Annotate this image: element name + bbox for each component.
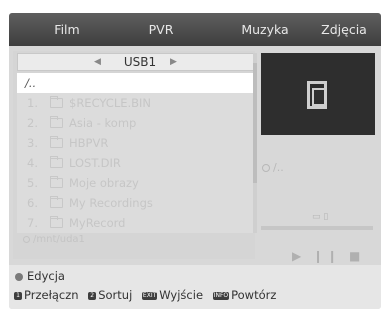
preview-path: /.. — [262, 161, 284, 174]
media-player-screen: Film PVR Muzyka Zdjęcia ◀ USB1 ▶ /.. 1. … — [9, 13, 381, 309]
list-item-number: 3. — [27, 136, 38, 150]
preview-thumbnail — [261, 53, 375, 135]
folder-icon — [50, 156, 63, 168]
help-bar: Edycja 1 Przełączn 2 Sortuj EXIT Wyjście IN… — [9, 265, 381, 309]
list-item-label: LOST.DIR — [69, 156, 121, 170]
list-item-number: 1. — [27, 96, 38, 110]
path-icon — [23, 235, 30, 243]
list-item-label: Asia - komp — [69, 116, 137, 130]
list-item-number: 7. — [27, 216, 38, 230]
current-directory-path: /mnt/uda1 — [17, 233, 257, 247]
edit-label: Edycja — [27, 269, 65, 283]
folder-icon — [50, 116, 63, 128]
hint-repeat[interactable]: INFO Powtórz — [212, 288, 277, 302]
path-icon — [262, 164, 270, 172]
folder-icon — [50, 216, 63, 228]
key-hints: 1 Przełączn 2 Sortuj EXIT Wyjście INFO Powtó… — [14, 286, 282, 304]
folder-icon — [50, 176, 63, 188]
device-name: USB1 — [123, 55, 157, 69]
path-text: /mnt/uda1 — [33, 234, 85, 245]
tab-muzyka[interactable]: Muzyka — [231, 13, 299, 46]
file-list-scrollbar[interactable] — [253, 53, 257, 233]
hint-exit[interactable]: EXIT Wyjście — [141, 288, 204, 302]
list-item[interactable]: 7. MyRecord — [17, 213, 257, 233]
list-item-number: 6. — [27, 196, 38, 210]
list-item-label: MyRecord — [69, 216, 126, 230]
top-menu: Film PVR Muzyka Zdjęcia — [9, 13, 381, 46]
info-key-icon: INFO — [212, 291, 230, 300]
key-1-icon: 1 — [14, 291, 22, 300]
file-list: /.. 1. $RECYCLE.BIN 2. Asia - komp 3. HB… — [17, 73, 257, 247]
green-button-icon — [15, 272, 23, 281]
triangle-left-icon[interactable]: ◀ — [94, 54, 101, 70]
device-selector[interactable]: ◀ USB1 ▶ — [17, 53, 257, 71]
tab-film[interactable]: Film — [37, 13, 97, 46]
hint-label: Sortuj — [98, 288, 133, 302]
tab-pvr[interactable]: PVR — [136, 13, 186, 46]
playback-controls[interactable]: ▶ ❙❙ ■ — [292, 249, 364, 263]
list-item[interactable]: 4. LOST.DIR — [17, 153, 257, 173]
folder-icon — [50, 96, 63, 108]
list-item-label: $RECYCLE.BIN — [69, 96, 152, 110]
list-item-label: My Recordings — [69, 196, 153, 210]
list-item-label: HBPVR — [69, 136, 109, 150]
preview-info-icons: ▭ ▯ — [312, 212, 329, 222]
list-item-number: 5. — [27, 176, 38, 190]
triangle-right-icon[interactable]: ▶ — [170, 54, 177, 70]
list-item[interactable]: 5. Moje obrazy — [17, 173, 257, 193]
list-item-label: Moje obrazy — [69, 176, 139, 190]
list-item-number: 2. — [27, 116, 38, 130]
list-item[interactable]: 3. HBPVR — [17, 133, 257, 153]
list-item-label: /.. — [25, 76, 37, 90]
list-item[interactable]: 6. My Recordings — [17, 193, 257, 213]
preview-path-text: /.. — [273, 161, 284, 174]
list-item[interactable]: 2. Asia - komp — [17, 113, 257, 133]
hint-switch[interactable]: 1 Przełączn — [14, 288, 79, 302]
hint-label: Przełączn — [24, 288, 79, 302]
key-2-icon: 2 — [88, 291, 97, 300]
hint-label: Powtórz — [231, 288, 277, 302]
hint-sort[interactable]: 2 Sortuj — [88, 288, 132, 302]
scrollbar-thumb[interactable] — [253, 63, 257, 183]
folder-icon — [50, 136, 63, 148]
tab-zdjecia[interactable]: Zdjęcia — [314, 13, 374, 46]
folder-icon — [50, 196, 63, 208]
edit-hint[interactable]: Edycja — [15, 267, 65, 285]
playback-progress-bar[interactable] — [261, 226, 373, 230]
list-item-parent[interactable]: /.. — [17, 73, 257, 93]
exit-key-icon: EXIT — [141, 291, 158, 300]
list-item-number: 4. — [27, 156, 38, 170]
list-item[interactable]: 1. $RECYCLE.BIN — [17, 93, 257, 113]
file-browser-panel: ◀ USB1 ▶ /.. 1. $RECYCLE.BIN 2. Asia - k… — [13, 51, 257, 259]
hint-label: Wyjście — [159, 288, 204, 302]
film-icon — [307, 81, 327, 109]
